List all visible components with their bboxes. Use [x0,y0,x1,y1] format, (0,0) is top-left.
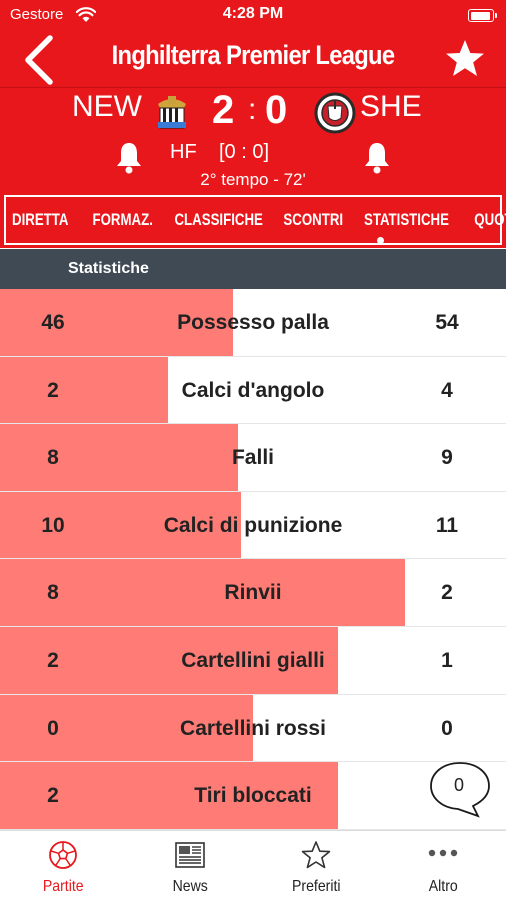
stat-home-value: 2 [47,784,59,808]
stat-home-value: 8 [47,581,59,605]
active-tab-indicator [377,237,384,244]
half-time-label: HF [170,141,197,163]
star-outline-icon [301,841,331,869]
tab-quote[interactable]: QUOTE [474,210,506,230]
away-team-crest-icon [314,92,356,134]
favorite-star-icon[interactable] [444,38,486,80]
stat-row: 8 Rinvii 2 [0,559,506,627]
chat-count[interactable]: 0 [428,775,490,796]
tab-scontri[interactable]: SCONTRI [284,210,344,230]
stat-away-value: 0 [441,716,453,740]
status-bar: Gestore 4:28 PM [0,0,506,30]
stat-row: 2 Calci d'angolo 4 [0,356,506,425]
stats-list: 46 Possesso palla 54 2 Calci d'angolo 4 … [0,289,506,830]
header-divider [0,87,506,88]
back-arrow-icon[interactable] [20,34,56,86]
tabbar-label: Altro [428,878,458,895]
bottom-tab-bar: Partite News Preferiti Altro [0,830,506,900]
stat-row: 8 Falli 9 [0,424,506,492]
stat-away-value: 1 [441,648,453,672]
stat-row: 2 Cartellini gialli 1 [0,626,506,695]
away-score: 0 [265,88,288,132]
stat-label: Tiri bloccati [194,784,312,808]
stat-home-value: 10 [41,513,65,537]
home-team-name: NEW [72,90,142,123]
match-time: 2° tempo - 72' [200,170,306,189]
section-title: Statistiche [68,260,149,277]
tabbar-label: Partite [42,878,84,895]
tabbar-item-partite[interactable]: Partite [0,831,127,900]
away-team-name: SHE [360,90,422,123]
stat-label: Cartellini gialli [181,648,325,672]
home-team-crest-icon [158,96,186,129]
stat-away-value: 54 [435,311,459,334]
stat-away-value: 2 [441,581,453,605]
tab-classifiche[interactable]: CLASSIFICHE [174,210,262,230]
home-score: 2 [212,88,235,132]
score-separator: : [248,93,257,126]
section-header: Statistiche [0,249,506,289]
stat-home-value: 2 [47,378,59,402]
stat-row: 46 Possesso palla 54 [0,289,506,357]
stat-home-value: 46 [41,311,65,334]
stat-away-value: 11 [435,513,459,537]
tabbar-item-preferiti[interactable]: Preferiti [253,831,380,900]
stat-home-value: 2 [47,648,59,672]
stat-label: Possesso palla [177,311,329,334]
stat-row: 10 Calci di punizione 11 [0,491,506,560]
soccer-ball-icon [49,841,78,869]
tabbar-item-news[interactable]: News [127,831,254,900]
stat-home-value: 8 [47,446,59,470]
stat-row: 0 Cartellini rossi 0 [0,694,506,763]
tab-diretta[interactable]: DIRETTA [12,210,68,230]
stat-home-value: 0 [47,716,59,740]
home-notification-bell-icon[interactable] [114,140,144,174]
tab-formazioni[interactable]: FORMAZ. [93,210,153,230]
stat-label: Rinvii [224,581,282,605]
status-time: 4:28 PM [222,5,284,22]
stat-label: Calci d'angolo [181,378,325,402]
tab-statistiche[interactable]: STATISTICHE [364,210,449,230]
tabbar-label: Preferiti [291,878,341,895]
more-dots-icon [428,849,457,857]
newspaper-icon [174,842,205,868]
away-notification-bell-icon[interactable] [362,140,392,174]
stat-label: Falli [231,446,274,470]
match-tabs: DIRETTA FORMAZ. CLASSIFICHE SCONTRI STAT… [4,195,506,245]
league-title: Inghilterra Premier League [111,40,395,70]
battery-icon [468,9,497,22]
stat-away-value: 9 [441,446,453,470]
stat-label: Cartellini rossi [180,716,326,740]
stat-away-value: 4 [441,378,453,402]
stat-label: Calci di punizione [163,513,343,537]
half-time-score: [0 : 0] [219,141,270,163]
tabbar-label: News [172,878,208,895]
tabbar-item-altro[interactable]: Altro [380,831,506,900]
